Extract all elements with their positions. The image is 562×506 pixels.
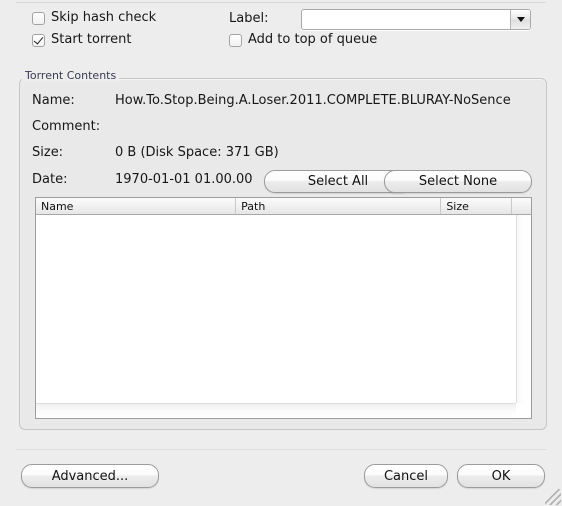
column-header-name[interactable]: Name bbox=[36, 198, 237, 214]
comment-key: Comment: bbox=[32, 119, 101, 134]
label-combobox[interactable] bbox=[301, 9, 531, 30]
name-key: Name: bbox=[32, 93, 75, 108]
bottom-divider bbox=[16, 449, 546, 450]
table-header-row: Name Path Size bbox=[36, 198, 531, 215]
column-header-size[interactable]: Size bbox=[441, 198, 513, 214]
date-value: 1970-01-01 01.00.00 bbox=[115, 172, 253, 187]
column-header-path[interactable]: Path bbox=[236, 198, 442, 214]
start-torrent-checkbox[interactable] bbox=[32, 33, 45, 47]
add-to-top-of-queue-label: Add to top of queue bbox=[248, 32, 378, 47]
table-horizontal-scrollbar[interactable] bbox=[36, 403, 531, 418]
start-torrent-label: Start torrent bbox=[51, 32, 132, 47]
label-input[interactable] bbox=[302, 10, 510, 29]
resize-grip-icon[interactable] bbox=[545, 489, 561, 505]
table-vertical-scrollbar[interactable] bbox=[516, 215, 531, 403]
torrent-contents-group-title: Torrent Contents bbox=[22, 69, 120, 82]
ok-button[interactable]: OK bbox=[457, 464, 545, 488]
name-value: How.To.Stop.Being.A.Loser.2011.COMPLETE.… bbox=[115, 93, 511, 108]
add-torrent-dialog: Skip hash check Start torrent Add to top… bbox=[0, 0, 562, 506]
add-to-top-of-queue-row[interactable]: Add to top of queue bbox=[229, 33, 377, 47]
skip-hash-check-checkbox[interactable] bbox=[32, 11, 45, 25]
column-header-extra[interactable] bbox=[512, 198, 531, 214]
skip-hash-check-row[interactable]: Skip hash check bbox=[32, 11, 156, 25]
torrent-files-table[interactable]: Name Path Size bbox=[35, 197, 532, 419]
torrent-options-section: Skip hash check Start torrent Add to top… bbox=[0, 4, 562, 52]
chevron-down-icon[interactable] bbox=[510, 10, 530, 29]
select-none-button[interactable]: Select None bbox=[384, 170, 532, 193]
size-key: Size: bbox=[32, 145, 64, 160]
scrollbar-corner bbox=[516, 403, 531, 418]
date-key: Date: bbox=[32, 172, 68, 187]
advanced-button[interactable]: Advanced... bbox=[21, 464, 159, 488]
size-value: 0 B (Disk Space: 371 GB) bbox=[115, 145, 279, 160]
cancel-button[interactable]: Cancel bbox=[364, 464, 448, 488]
top-divider bbox=[16, 2, 546, 3]
table-body[interactable] bbox=[36, 215, 516, 403]
add-to-top-of-queue-checkbox[interactable] bbox=[229, 33, 242, 47]
start-torrent-row[interactable]: Start torrent bbox=[32, 33, 131, 47]
label-field-label: Label: bbox=[229, 11, 269, 26]
skip-hash-check-label: Skip hash check bbox=[51, 10, 157, 25]
